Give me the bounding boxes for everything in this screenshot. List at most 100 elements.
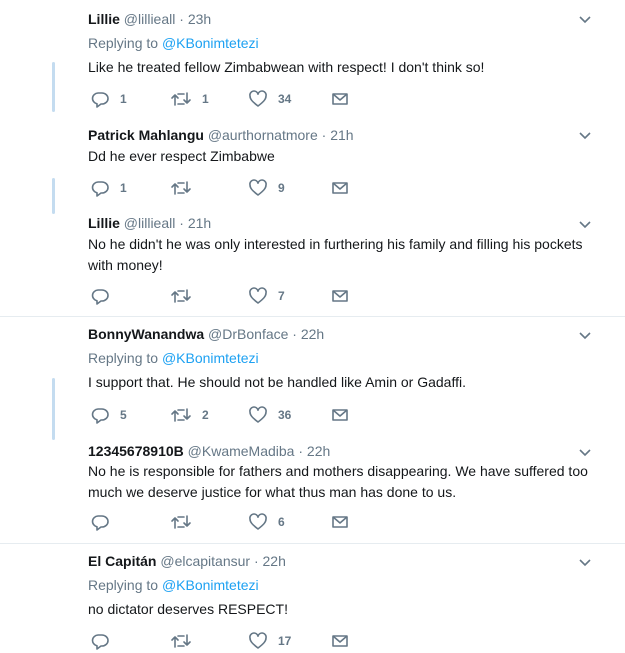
chevron-down-icon[interactable] bbox=[578, 558, 592, 568]
like-count: 17 bbox=[278, 634, 292, 648]
retweet-button[interactable] bbox=[170, 512, 202, 532]
tweet-header: Lillie @lillieall · 23h bbox=[88, 11, 211, 27]
heart-icon bbox=[249, 179, 267, 196]
display-name[interactable]: El Capitán bbox=[88, 553, 156, 569]
reply-icon bbox=[91, 181, 109, 197]
retweet-icon bbox=[171, 181, 191, 195]
like-button[interactable]: 6 bbox=[248, 512, 285, 532]
replying-to-label: Replying to bbox=[88, 350, 162, 366]
username[interactable]: @DrBonface bbox=[208, 326, 288, 342]
chevron-down-icon[interactable] bbox=[578, 131, 592, 141]
tweet-actions: 1 9 bbox=[88, 178, 368, 198]
display-name[interactable]: BonnyWanandwa bbox=[88, 326, 204, 342]
reply-button[interactable]: 5 bbox=[90, 405, 127, 425]
username[interactable]: @KwameMadiba bbox=[188, 443, 295, 459]
direct-message-button[interactable] bbox=[331, 286, 349, 306]
tweet[interactable]: 12345678910B @KwameMadiba · 22h No he is… bbox=[0, 437, 625, 543]
reply-icon bbox=[91, 92, 109, 108]
reply-button[interactable]: 1 bbox=[90, 89, 127, 109]
tweet-actions: 6 bbox=[88, 512, 368, 532]
separator-dot: · bbox=[179, 215, 184, 231]
reply-button[interactable] bbox=[90, 631, 120, 651]
tweet[interactable]: Lillie @lillieall · 21h No he didn't he … bbox=[0, 210, 625, 316]
envelope-icon bbox=[332, 182, 348, 194]
direct-message-button[interactable] bbox=[331, 512, 349, 532]
heart-icon bbox=[249, 513, 267, 530]
like-count: 36 bbox=[278, 408, 292, 422]
timestamp[interactable]: 21h bbox=[330, 127, 353, 143]
display-name[interactable]: Lillie bbox=[88, 215, 120, 231]
retweet-button[interactable] bbox=[170, 631, 202, 651]
separator-dot: · bbox=[321, 127, 327, 143]
tweet[interactable]: Patrick Mahlangu @aurthornatmore · 21h D… bbox=[0, 125, 625, 210]
like-count: 6 bbox=[278, 515, 285, 529]
reply-icon bbox=[91, 515, 109, 531]
reply-icon bbox=[91, 289, 109, 305]
separator-dot: · bbox=[179, 11, 184, 27]
reply-button[interactable] bbox=[90, 512, 120, 532]
retweet-button[interactable] bbox=[170, 178, 202, 198]
username[interactable]: @elcapitansur bbox=[160, 553, 250, 569]
heart-icon bbox=[249, 90, 267, 107]
retweet-button[interactable]: 1 bbox=[170, 89, 209, 109]
tweet-text: Like he treated fellow Zimbabwean with r… bbox=[88, 59, 485, 75]
retweet-icon bbox=[171, 408, 191, 422]
chevron-down-icon[interactable] bbox=[578, 15, 592, 25]
like-button[interactable]: 36 bbox=[248, 405, 291, 425]
chevron-down-icon[interactable] bbox=[578, 448, 592, 458]
tweet-actions: 17 bbox=[88, 631, 368, 651]
direct-message-button[interactable] bbox=[331, 631, 349, 651]
display-name[interactable]: 12345678910B bbox=[88, 443, 184, 459]
heart-icon bbox=[249, 632, 267, 649]
tweet[interactable]: Lillie @lillieall · 23h Replying to @KBo… bbox=[0, 0, 625, 125]
retweet-icon bbox=[171, 515, 191, 529]
username[interactable]: @aurthornatmore bbox=[208, 127, 318, 143]
retweet-count: 1 bbox=[202, 92, 209, 106]
tweet-text: No he didn't he was only interested in f… bbox=[88, 236, 583, 273]
retweet-icon bbox=[171, 92, 191, 106]
username[interactable]: @lillieall bbox=[124, 11, 176, 27]
display-name[interactable]: Patrick Mahlangu bbox=[88, 127, 204, 143]
like-button[interactable]: 17 bbox=[248, 631, 291, 651]
envelope-icon bbox=[332, 635, 348, 647]
like-count: 7 bbox=[278, 289, 285, 303]
reply-button[interactable] bbox=[90, 286, 120, 306]
tweet-text: I support that. He should not be handled… bbox=[88, 374, 466, 390]
timestamp[interactable]: 21h bbox=[188, 215, 211, 231]
tweet[interactable]: BonnyWanandwa @DrBonface · 22h Replying … bbox=[0, 317, 625, 437]
tweet-header: Patrick Mahlangu @aurthornatmore · 21h bbox=[88, 127, 354, 143]
envelope-icon bbox=[332, 516, 348, 528]
direct-message-button[interactable] bbox=[331, 178, 349, 198]
like-button[interactable]: 34 bbox=[248, 89, 291, 109]
replying-to: Replying to @KBonimtetezi bbox=[88, 350, 259, 366]
username[interactable]: @lillieall bbox=[124, 215, 176, 231]
retweet-button[interactable] bbox=[170, 286, 202, 306]
timestamp[interactable]: 23h bbox=[188, 11, 211, 27]
tweet-text: No he is responsible for fathers and mot… bbox=[88, 463, 588, 500]
replying-to-label: Replying to bbox=[88, 35, 162, 51]
replying-to-link[interactable]: @KBonimtetezi bbox=[162, 577, 259, 593]
like-count: 9 bbox=[278, 181, 285, 195]
replying-to: Replying to @KBonimtetezi bbox=[88, 577, 259, 593]
like-button[interactable]: 9 bbox=[248, 178, 285, 198]
timestamp[interactable]: 22h bbox=[307, 443, 330, 459]
replying-to-link[interactable]: @KBonimtetezi bbox=[162, 350, 259, 366]
envelope-icon bbox=[332, 93, 348, 105]
tweet[interactable]: El Capitán @elcapitansur · 22h Replying … bbox=[0, 544, 625, 653]
tweet-actions: 1 1 34 bbox=[88, 89, 368, 109]
tweet-header: Lillie @lillieall · 21h bbox=[88, 215, 211, 231]
reply-button[interactable]: 1 bbox=[90, 178, 127, 198]
replying-to-link[interactable]: @KBonimtetezi bbox=[162, 35, 259, 51]
like-button[interactable]: 7 bbox=[248, 286, 285, 306]
retweet-button[interactable]: 2 bbox=[170, 405, 209, 425]
chevron-down-icon[interactable] bbox=[578, 331, 592, 341]
heart-icon bbox=[249, 406, 267, 423]
direct-message-button[interactable] bbox=[331, 89, 349, 109]
tweet-header: BonnyWanandwa @DrBonface · 22h bbox=[88, 326, 324, 342]
timestamp[interactable]: 22h bbox=[263, 553, 286, 569]
replying-to-label: Replying to bbox=[88, 577, 162, 593]
direct-message-button[interactable] bbox=[331, 405, 349, 425]
display-name[interactable]: Lillie bbox=[88, 11, 120, 27]
timestamp[interactable]: 22h bbox=[301, 326, 324, 342]
chevron-down-icon[interactable] bbox=[578, 220, 592, 230]
